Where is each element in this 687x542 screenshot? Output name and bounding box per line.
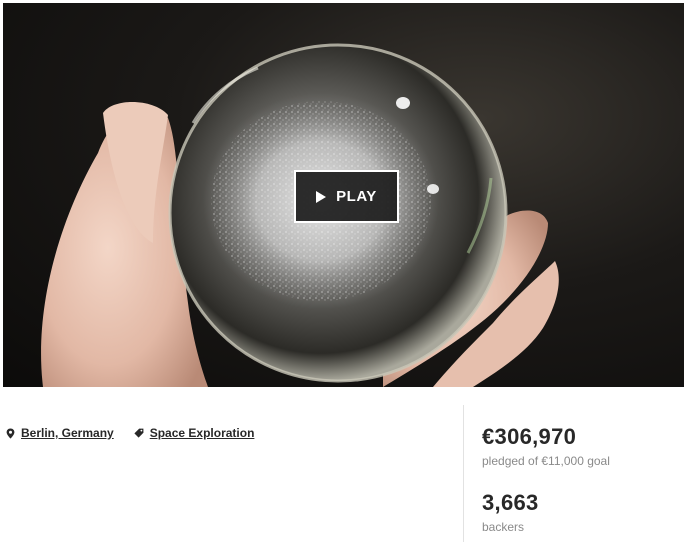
play-button[interactable]: PLAY: [294, 170, 399, 223]
location-link[interactable]: Berlin, Germany: [6, 426, 114, 440]
project-meta: Berlin, Germany Space Exploration: [6, 426, 254, 440]
stats-divider: [463, 405, 464, 542]
backers-count: 3,663: [482, 490, 539, 515]
category-label: Space Exploration: [149, 426, 255, 440]
pledged-amount: €306,970: [482, 424, 577, 449]
backers-stat: 3,663 backers: [482, 490, 610, 534]
play-label: PLAY: [336, 188, 377, 205]
play-triangle-icon: [316, 191, 327, 203]
pledged-caption: pledged of €11,000 goal: [482, 454, 610, 468]
tag-icon: [134, 428, 144, 438]
funding-stats: €306,970 pledged of €11,000 goal 3,663 b…: [482, 424, 610, 534]
location-label: Berlin, Germany: [21, 426, 114, 440]
pledged-stat: €306,970 pledged of €11,000 goal: [482, 424, 610, 468]
backers-caption: backers: [482, 520, 525, 534]
category-link[interactable]: Space Exploration: [134, 426, 255, 440]
video-player[interactable]: PLAY: [3, 3, 684, 387]
project-page: PLAY Berlin, Germany Space Exploration €…: [0, 0, 687, 542]
map-pin-icon: [6, 428, 15, 439]
